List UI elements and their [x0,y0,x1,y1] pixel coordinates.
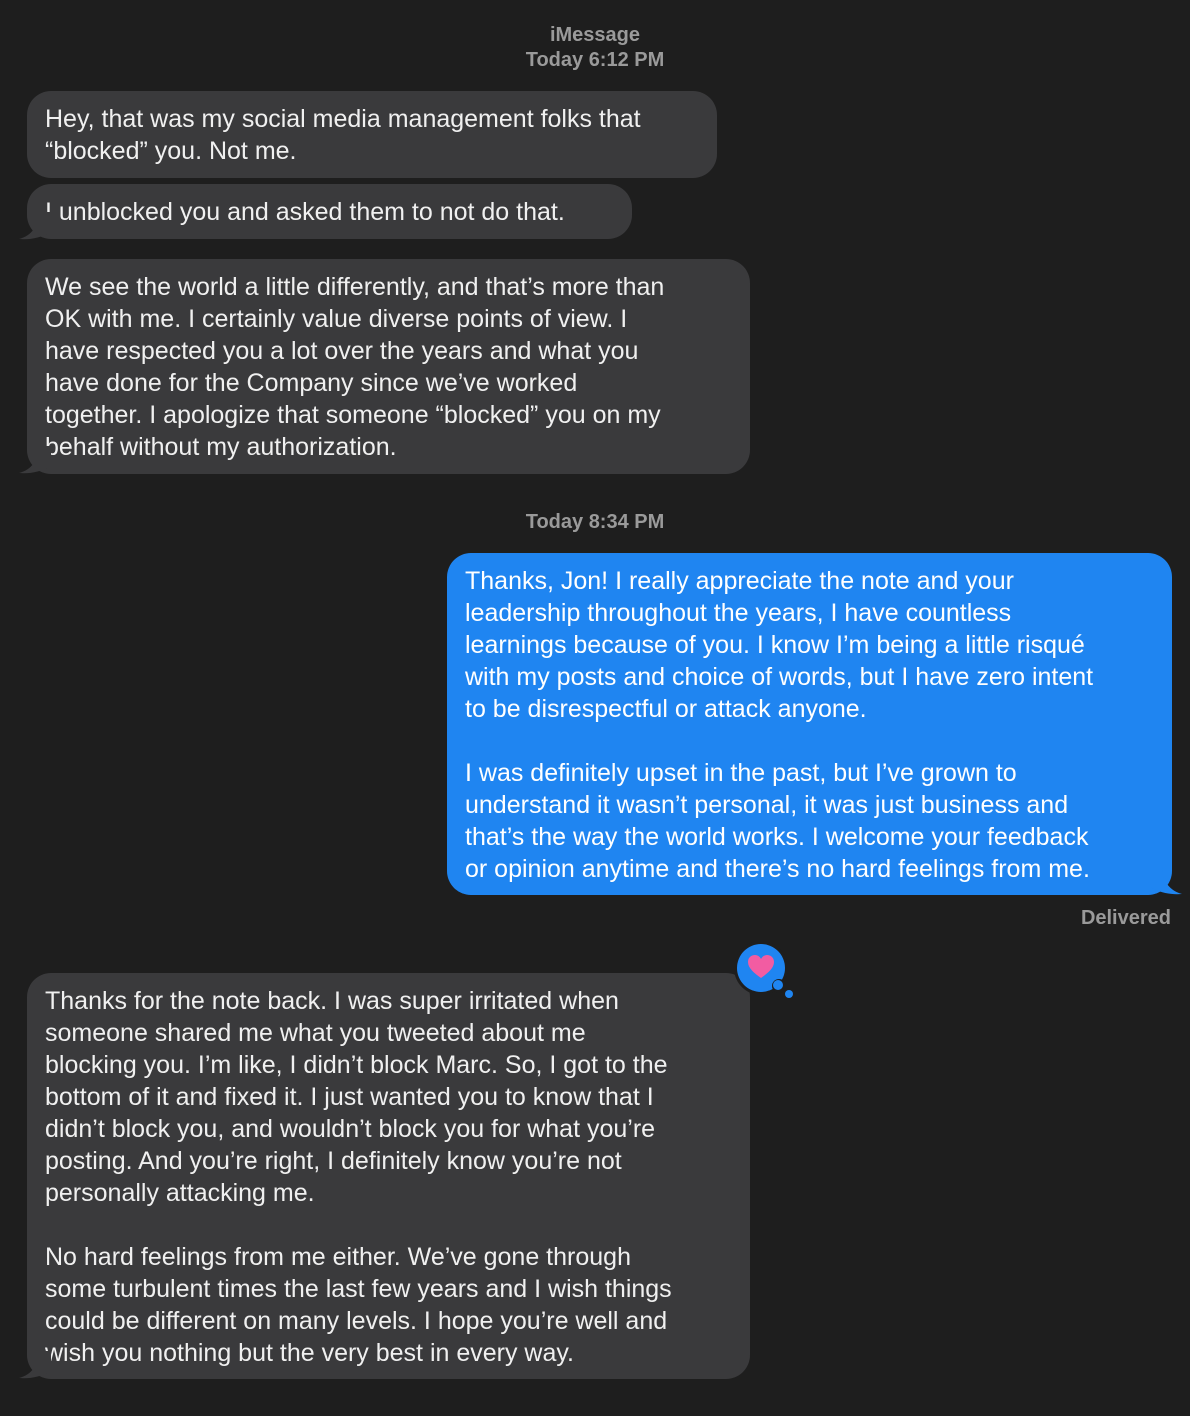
delivery-status: Delivered [1080,907,1171,929]
incoming-message[interactable]: We see the world a little differently, a… [27,259,750,474]
bubble-tail-icon [19,1351,51,1379]
incoming-message[interactable]: I unblocked you and asked them to not do… [27,184,632,239]
bubble-tail-icon [19,446,51,474]
bubble-tail-icon [1150,867,1182,895]
outgoing-message[interactable]: Thanks, Jon! I really appreciate the not… [447,553,1172,895]
timestamp: Today 8:34 PM [525,511,665,533]
incoming-message[interactable]: Hey, that was my social media management… [27,91,717,178]
timestamp: Today 6:12 PM [525,49,665,71]
incoming-message[interactable]: Thanks for the note back. I was super ir… [27,973,750,1379]
heart-tapback[interactable] [730,938,800,1002]
bubble-tail-icon [19,212,51,240]
service-label: iMessage [549,24,641,46]
